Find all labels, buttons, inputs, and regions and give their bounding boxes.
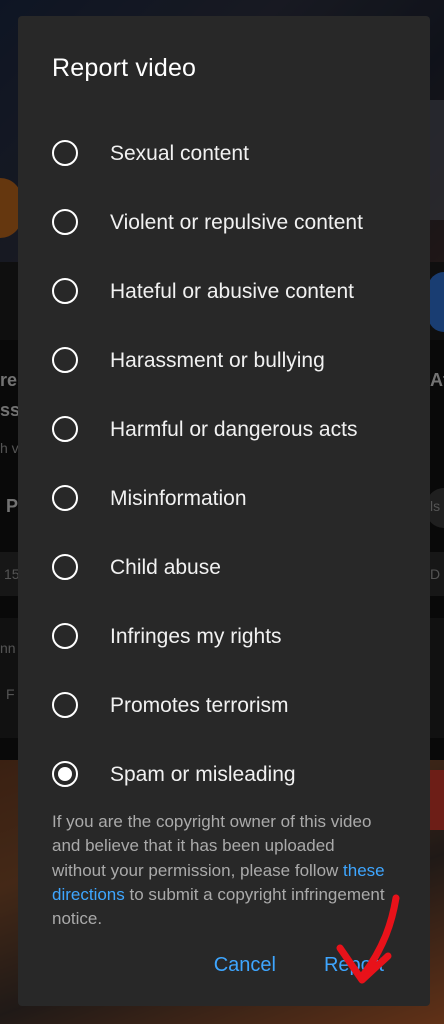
- report-reason-list: Sexual content Violent or repulsive cont…: [18, 16, 430, 816]
- option-label: Violent or repulsive content: [110, 210, 363, 234]
- report-option-infringes-rights[interactable]: Infringes my rights: [52, 605, 392, 667]
- notice-text: If you are the copyright owner of this v…: [52, 812, 372, 880]
- radio-button[interactable]: [52, 140, 78, 166]
- copyright-notice: If you are the copyright owner of this v…: [52, 810, 392, 931]
- report-option-violent-content[interactable]: Violent or repulsive content: [52, 191, 392, 253]
- radio-button[interactable]: [52, 416, 78, 442]
- dialog-actions: Cancel Report: [214, 954, 384, 977]
- option-label: Harassment or bullying: [110, 348, 325, 372]
- report-button[interactable]: Report: [324, 954, 384, 977]
- radio-button[interactable]: [52, 347, 78, 373]
- radio-button[interactable]: [52, 692, 78, 718]
- report-option-terrorism[interactable]: Promotes terrorism: [52, 674, 392, 736]
- option-label: Sexual content: [110, 141, 249, 165]
- option-label: Infringes my rights: [110, 624, 282, 648]
- radio-button[interactable]: [52, 623, 78, 649]
- option-label: Spam or misleading: [110, 762, 296, 786]
- radio-button-selected[interactable]: [52, 761, 78, 787]
- report-video-dialog: Report video Sexual content Violent or r…: [18, 16, 430, 1006]
- report-option-child-abuse[interactable]: Child abuse: [52, 536, 392, 598]
- option-label: Child abuse: [110, 555, 221, 579]
- report-option-misinformation[interactable]: Misinformation: [52, 467, 392, 529]
- radio-button[interactable]: [52, 278, 78, 304]
- radio-button[interactable]: [52, 554, 78, 580]
- option-label: Promotes terrorism: [110, 693, 289, 717]
- report-option-spam[interactable]: Spam or misleading: [52, 743, 392, 805]
- report-option-hateful-content[interactable]: Hateful or abusive content: [52, 260, 392, 322]
- option-label: Hateful or abusive content: [110, 279, 354, 303]
- cancel-button[interactable]: Cancel: [214, 954, 276, 977]
- option-label: Misinformation: [110, 486, 247, 510]
- report-option-sexual-content[interactable]: Sexual content: [52, 122, 392, 184]
- report-option-harmful-acts[interactable]: Harmful or dangerous acts: [52, 398, 392, 460]
- option-label: Harmful or dangerous acts: [110, 417, 358, 441]
- report-option-harassment[interactable]: Harassment or bullying: [52, 329, 392, 391]
- radio-button[interactable]: [52, 485, 78, 511]
- radio-button[interactable]: [52, 209, 78, 235]
